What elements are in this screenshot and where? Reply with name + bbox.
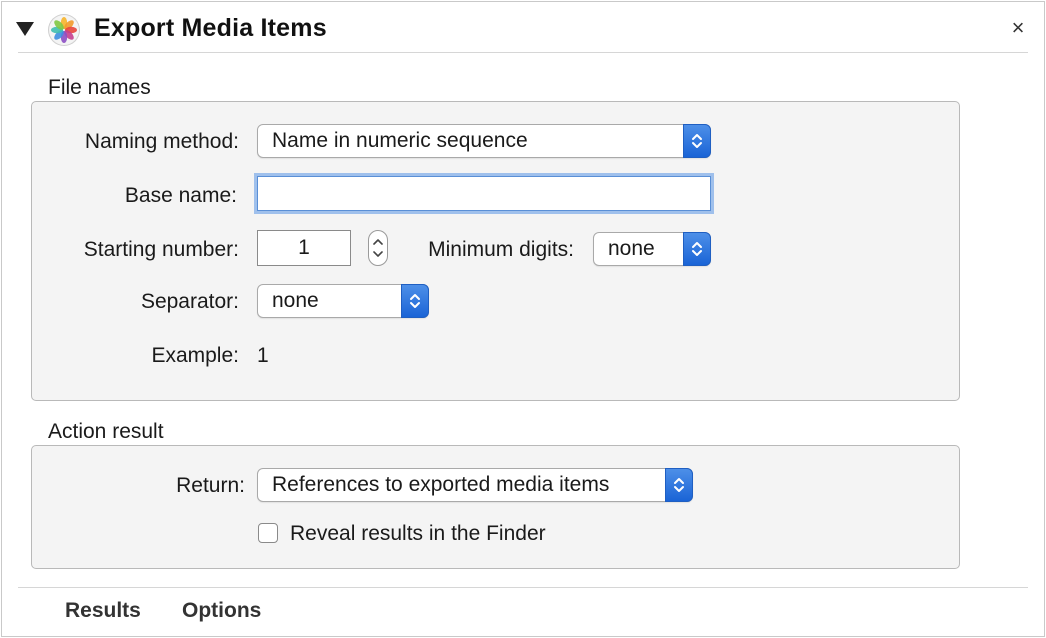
minimum-digits-popup[interactable]: none xyxy=(593,232,711,266)
file-names-section-label: File names xyxy=(48,76,151,99)
popup-arrows-icon xyxy=(401,284,429,318)
action-result-section-label: Action result xyxy=(48,420,164,443)
footer-divider xyxy=(18,587,1028,588)
naming-method-value: Name in numeric sequence xyxy=(272,129,528,152)
close-icon: × xyxy=(1011,15,1025,40)
example-label: Example: xyxy=(151,344,239,367)
reveal-results-label[interactable]: Reveal results in the Finder xyxy=(290,522,546,546)
tab-results[interactable]: Results xyxy=(65,599,141,623)
starting-number-label: Starting number: xyxy=(83,238,239,261)
naming-method-label: Naming method: xyxy=(84,130,239,153)
popup-arrows-icon xyxy=(683,124,711,158)
base-name-label: Base name: xyxy=(124,184,237,207)
header-divider xyxy=(18,52,1028,53)
base-name-input[interactable] xyxy=(257,176,711,211)
tab-options[interactable]: Options xyxy=(182,599,261,623)
separator-value: none xyxy=(272,289,319,312)
popup-arrows-icon xyxy=(683,232,711,266)
starting-number-stepper[interactable] xyxy=(368,230,388,266)
return-value: References to exported media items xyxy=(272,473,610,496)
separator-label: Separator: xyxy=(140,290,239,313)
example-value: 1 xyxy=(257,344,269,367)
close-button[interactable]: × xyxy=(1006,14,1030,42)
reveal-results-checkbox[interactable] xyxy=(258,523,278,543)
stepper-arrows-icon xyxy=(373,239,383,257)
photos-icon xyxy=(48,14,80,46)
minimum-digits-value: none xyxy=(608,237,655,260)
starting-number-input[interactable] xyxy=(257,230,351,266)
return-popup[interactable]: References to exported media items xyxy=(257,468,693,502)
minimum-digits-label: Minimum digits: xyxy=(428,238,574,261)
separator-popup[interactable]: none xyxy=(257,284,429,318)
return-label: Return: xyxy=(176,474,245,497)
naming-method-popup[interactable]: Name in numeric sequence xyxy=(257,124,711,158)
disclosure-triangle-icon[interactable] xyxy=(16,22,34,36)
action-result-group xyxy=(31,445,960,569)
panel-title: Export Media Items xyxy=(94,14,327,42)
popup-arrows-icon xyxy=(665,468,693,502)
